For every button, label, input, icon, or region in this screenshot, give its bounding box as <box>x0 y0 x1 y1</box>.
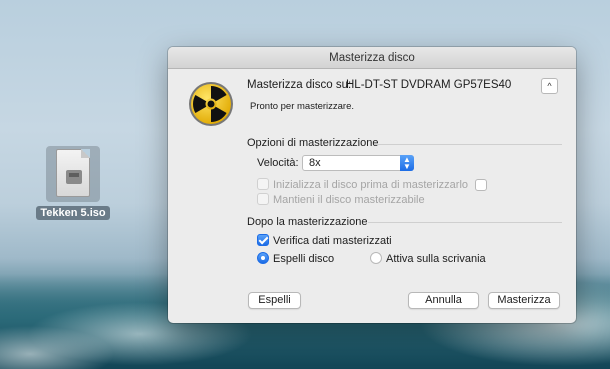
radiation-burn-icon <box>189 82 233 126</box>
eject-button[interactable]: Espelli <box>248 292 301 309</box>
keep-appendable-checkbox <box>257 193 269 205</box>
collapse-details-button[interactable]: ^ <box>541 78 558 94</box>
verify-data-option[interactable]: Verifica dati masterizzati <box>257 234 392 247</box>
divider <box>375 144 562 145</box>
chevron-updown-icon: ▲ ▼ <box>400 155 414 171</box>
desktop-file-tekken-iso[interactable]: Tekken 5.iso <box>36 146 110 220</box>
after-burn-title: Dopo la masterizzazione <box>247 216 368 228</box>
mount-desktop-label: Attiva sulla scrivania <box>386 253 486 265</box>
eject-disc-label: Espelli disco <box>273 253 335 265</box>
speed-label: Velocità: <box>257 157 299 169</box>
mount-desktop-option[interactable]: Attiva sulla scrivania <box>370 252 486 265</box>
disk-image-icon[interactable] <box>46 146 100 202</box>
initialize-disc-label: Inizializza il disco prima di masterizza… <box>273 179 469 191</box>
eject-disc-option[interactable]: Espelli disco <box>257 252 334 265</box>
cancel-button[interactable]: Annulla <box>408 292 479 309</box>
drive-name: HL-DT-ST DVDRAM GP57ES40 <box>346 79 512 91</box>
status-text: Pronto per masterizzare. <box>250 101 355 112</box>
burn-disc-dialog: Masterizza disco Masterizza disco su: HL… <box>168 47 576 323</box>
divider <box>368 222 562 223</box>
dialog-title: Masterizza disco <box>168 47 576 69</box>
mount-desktop-radio[interactable] <box>370 252 382 264</box>
eject-disc-radio[interactable] <box>257 252 269 264</box>
extra-option-checkbox[interactable] <box>475 179 487 191</box>
keep-appendable-option: Mantieni il disco masterizzabile <box>257 193 425 206</box>
verify-data-checkbox[interactable] <box>257 234 269 246</box>
speed-value: 8x <box>309 157 321 169</box>
initialize-disc-checkbox <box>257 178 269 190</box>
speed-select[interactable]: 8x ▲ ▼ <box>302 155 414 171</box>
burn-button[interactable]: Masterizza <box>488 292 560 309</box>
target-label: Masterizza disco su: <box>247 79 352 91</box>
keep-appendable-label: Mantieni il disco masterizzabile <box>273 194 425 206</box>
verify-data-label: Verifica dati masterizzati <box>273 235 392 247</box>
desktop-file-label[interactable]: Tekken 5.iso <box>36 206 110 220</box>
burn-options-title: Opzioni di masterizzazione <box>247 137 379 149</box>
initialize-disc-option: Inizializza il disco prima di masterizza… <box>257 178 468 191</box>
